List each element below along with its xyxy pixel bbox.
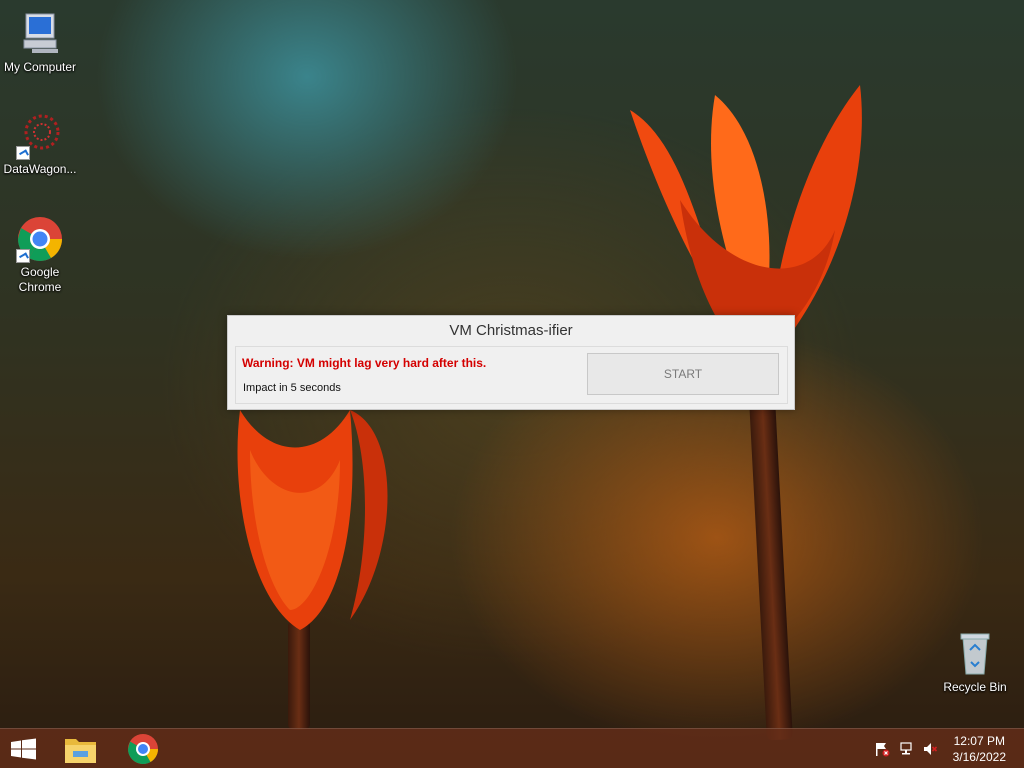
christmasifier-dialog: VM Christmas-ifier Warning: VM might lag… [227,315,795,410]
shortcut-arrow-icon [16,146,30,160]
shortcut-arrow-icon [16,249,30,263]
impact-countdown-text: Impact in 5 seconds [243,382,341,394]
dialog-title: VM Christmas-ifier [449,322,573,339]
taskbar: 12:07 PM 3/16/2022 [0,728,1024,768]
desktop-icon-google-chrome[interactable]: Google Chrome [0,215,80,295]
computer-icon [16,10,64,58]
desktop-icon-label: DataWagon... [3,162,77,176]
clock-time: 12:07 PM [953,734,1005,748]
desktop-icon-recycle-bin[interactable]: Recycle Bin [935,630,1015,695]
wallpaper-tulip-right [620,80,880,741]
warning-text: Warning: VM might lag very hard after th… [242,356,487,370]
clock-date: 3/16/2022 [952,750,1006,764]
desktop-icon-datawagon[interactable]: DataWagon... [0,112,80,177]
system-clock[interactable]: 12:07 PM 3/16/2022 [953,733,1006,765]
dialog-body: Warning: VM might lag very hard after th… [235,346,788,404]
windows-start-icon[interactable] [0,729,48,768]
recycle-bin-icon [951,630,999,678]
action-center-flag-icon[interactable] [874,741,890,757]
volume-muted-icon[interactable] [922,741,938,757]
file-explorer-icon[interactable] [58,729,104,768]
wallpaper-tulip-left [230,400,410,730]
desktop-icon-my-computer[interactable]: My Computer [0,10,80,75]
desktop-icon-label: Recycle Bin [943,680,1007,694]
network-icon[interactable] [899,741,915,757]
chrome-taskbar-icon[interactable] [120,729,166,768]
datawagon-icon [16,112,64,160]
desktop-icon-label: Google Chrome [18,265,62,294]
chrome-icon [16,215,64,263]
start-button[interactable]: START [587,353,779,395]
desktop-icon-label: My Computer [3,60,77,74]
